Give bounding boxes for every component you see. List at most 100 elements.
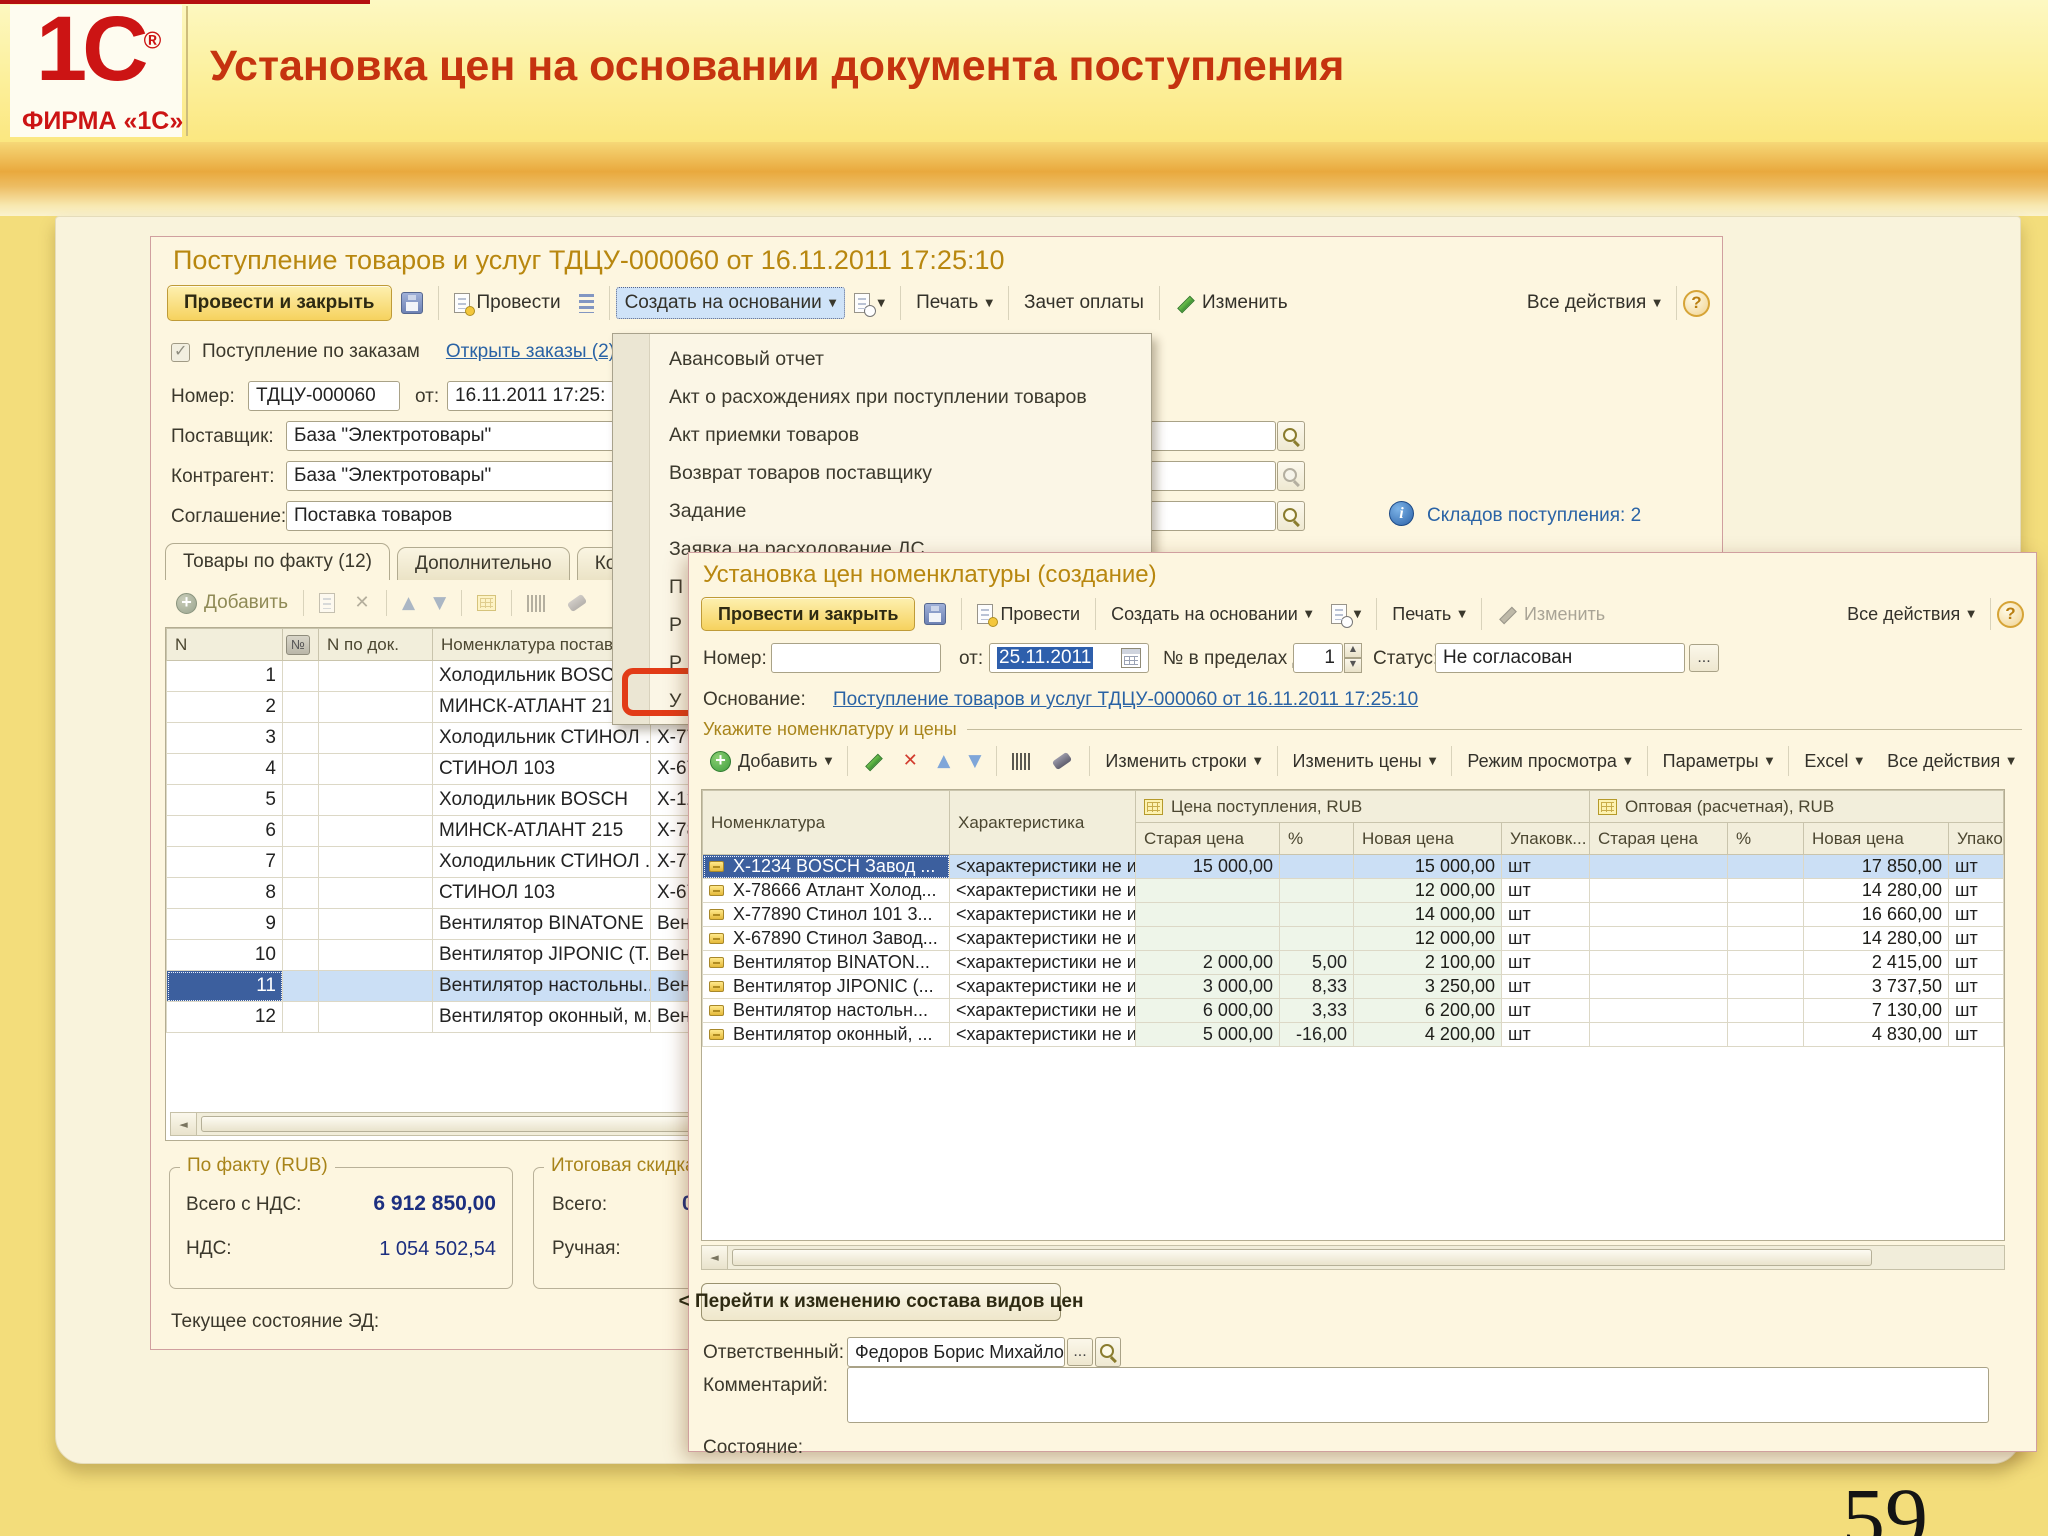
cell-nomenclature[interactable]: Вентилятор настольн... xyxy=(702,998,950,1023)
cell-c-n[interactable]: 5 xyxy=(166,784,283,816)
cell-characteristic[interactable]: <характеристики не ис... xyxy=(949,902,1136,927)
number-field[interactable]: ТДЦУ-000060 xyxy=(248,381,400,411)
create-on-basis-button[interactable]: Создать на основании ▼ xyxy=(615,287,846,319)
edit-row-button[interactable] xyxy=(854,746,892,776)
post-and-close-button[interactable]: Провести и закрыть xyxy=(701,597,916,631)
cell-c-flag[interactable] xyxy=(282,877,319,909)
reports-button[interactable]: ▼ xyxy=(845,288,894,318)
cell-nomenclature[interactable]: Вентилятор JIPONIC (... xyxy=(702,974,950,999)
col-header-characteristic[interactable]: Характеристика xyxy=(949,790,1136,855)
price-table-row[interactable]: Вентилятор BINATON... <характеристики не … xyxy=(702,950,2004,975)
cell-c-name[interactable]: МИНСК-АТЛАНТ 215 xyxy=(432,815,651,847)
cell-c-ndoc[interactable] xyxy=(318,1001,433,1033)
cell-price[interactable] xyxy=(1589,950,1728,975)
cell-price[interactable]: шт xyxy=(1948,1022,2004,1047)
col-header-new-price-2[interactable]: Новая цена xyxy=(1803,822,1949,855)
open-orders-link[interactable]: Открыть заказы (2) xyxy=(446,341,615,363)
col-header-flag[interactable]: № xyxy=(282,628,319,661)
delete-row-button[interactable]: ✕ xyxy=(892,747,928,775)
move-up-button[interactable]: ▲ xyxy=(393,589,424,617)
create-on-basis-button[interactable]: Создать на основании ▼ xyxy=(1102,599,1321,630)
cell-c-n[interactable]: 6 xyxy=(166,815,283,847)
add-row-button[interactable]: Добавить xyxy=(167,587,297,619)
cell-c-ndoc[interactable] xyxy=(318,877,433,909)
cell-price[interactable]: 17 850,00 xyxy=(1803,854,1949,879)
cell-c-flag[interactable] xyxy=(282,970,319,1002)
add-row-button[interactable]: Добавить▼ xyxy=(701,746,841,777)
cell-price[interactable]: 2 000,00 xyxy=(1135,950,1280,975)
cell-c-name[interactable]: Вентилятор JIPONIC (Т... xyxy=(432,939,651,971)
tab-goods-by-fact[interactable]: Товары по факту (12) xyxy=(165,543,390,580)
prices-table-hscrollbar[interactable]: ◄ xyxy=(701,1245,2005,1270)
cell-c-flag[interactable] xyxy=(282,784,319,816)
day-number-stepper[interactable]: ▲ ▼ xyxy=(1344,643,1362,673)
grid-settings-button[interactable] xyxy=(468,590,505,616)
cell-nomenclature[interactable]: X-1234 BOSCH Завод ... xyxy=(702,854,950,879)
cell-price[interactable] xyxy=(1589,998,1728,1023)
barcode-button[interactable] xyxy=(1003,748,1041,775)
menu-item[interactable]: Задание xyxy=(613,492,1151,530)
cell-c-n[interactable]: 1 xyxy=(166,660,283,692)
view-mode-button[interactable]: Режим просмотра ▼ xyxy=(1458,746,1640,777)
print-button[interactable]: Печать ▼ xyxy=(1383,599,1475,630)
cell-c-ndoc[interactable] xyxy=(318,784,433,816)
cell-price[interactable] xyxy=(1135,902,1280,927)
basis-link[interactable]: Поступление товаров и услуг ТДЦУ-000060 … xyxy=(833,689,1418,711)
move-down-button[interactable]: ▼ xyxy=(424,589,455,617)
col-header-old-price-1[interactable]: Старая цена xyxy=(1135,822,1280,855)
save-button[interactable] xyxy=(915,598,955,630)
cell-price[interactable]: 2 100,00 xyxy=(1353,950,1502,975)
cell-c-ndoc[interactable] xyxy=(318,846,433,878)
cell-price[interactable] xyxy=(1279,854,1354,879)
move-down-button[interactable]: ▼ xyxy=(959,747,990,775)
cell-price[interactable]: шт xyxy=(1501,926,1590,951)
info-icon[interactable]: i xyxy=(1389,501,1414,526)
cell-price[interactable]: 5 000,00 xyxy=(1135,1022,1280,1047)
cell-c-flag[interactable] xyxy=(282,753,319,785)
menu-item[interactable]: Акт о расхождениях при поступлении товар… xyxy=(613,378,1151,416)
cell-c-ndoc[interactable] xyxy=(318,660,433,692)
cell-c-flag[interactable] xyxy=(282,722,319,754)
cell-price[interactable]: 3 000,00 xyxy=(1135,974,1280,999)
delete-row-button[interactable]: ✕ xyxy=(344,589,380,617)
cell-price[interactable]: 14 000,00 xyxy=(1353,902,1502,927)
cell-price[interactable]: шт xyxy=(1948,998,2004,1023)
cell-price[interactable]: 3,33 xyxy=(1279,998,1354,1023)
tab-additional[interactable]: Дополнительно xyxy=(396,547,570,580)
scroll-left-button[interactable]: ◄ xyxy=(171,1113,197,1135)
cell-c-name[interactable]: Холодильник BOSCH xyxy=(432,784,651,816)
counterparty-search-button[interactable] xyxy=(1277,461,1305,491)
parameters-button[interactable]: Параметры ▼ xyxy=(1654,746,1783,777)
cell-price[interactable]: 12 000,00 xyxy=(1353,878,1502,903)
responsible-field[interactable]: Федоров Борис Михайлович xyxy=(847,1337,1065,1367)
cell-price[interactable]: шт xyxy=(1948,950,2004,975)
cell-c-flag[interactable] xyxy=(282,908,319,940)
cell-price[interactable] xyxy=(1727,950,1804,975)
cell-characteristic[interactable]: <характеристики не ис... xyxy=(949,878,1136,903)
edit-button[interactable]: Изменить xyxy=(1488,599,1614,630)
cell-price[interactable] xyxy=(1589,974,1728,999)
cell-price[interactable]: 3 737,50 xyxy=(1803,974,1949,999)
cell-price[interactable] xyxy=(1589,926,1728,951)
calendar-icon[interactable] xyxy=(1121,648,1141,668)
cell-nomenclature[interactable]: X-77890 Стинол 101 3... xyxy=(702,902,950,927)
price-table-row[interactable]: X-78666 Атлант Холод... <характеристики н… xyxy=(702,878,2004,903)
col-header-pct-2[interactable]: % xyxy=(1727,822,1804,855)
cell-nomenclature[interactable]: Вентилятор оконный, ... xyxy=(702,1022,950,1047)
cell-c-ndoc[interactable] xyxy=(318,908,433,940)
responsible-search-button[interactable] xyxy=(1095,1337,1121,1367)
cell-c-n[interactable]: 9 xyxy=(166,908,283,940)
cell-c-ndoc[interactable] xyxy=(318,815,433,847)
scrollbar-thumb[interactable] xyxy=(732,1249,1872,1266)
cell-c-flag[interactable] xyxy=(282,660,319,692)
cell-price[interactable] xyxy=(1727,902,1804,927)
cell-price[interactable]: шт xyxy=(1948,974,2004,999)
cell-c-n[interactable]: 10 xyxy=(166,939,283,971)
all-actions-button[interactable]: Все действия ▼ xyxy=(1878,746,2024,777)
move-up-button[interactable]: ▲ xyxy=(928,747,959,775)
edit-rows-button[interactable]: Изменить строки ▼ xyxy=(1096,746,1270,777)
col-header-n[interactable]: N xyxy=(166,628,283,661)
cell-c-ndoc[interactable] xyxy=(318,722,433,754)
cell-nomenclature[interactable]: X-67890 Стинол Завод... xyxy=(702,926,950,951)
cell-c-n[interactable]: 11 xyxy=(166,970,283,1002)
